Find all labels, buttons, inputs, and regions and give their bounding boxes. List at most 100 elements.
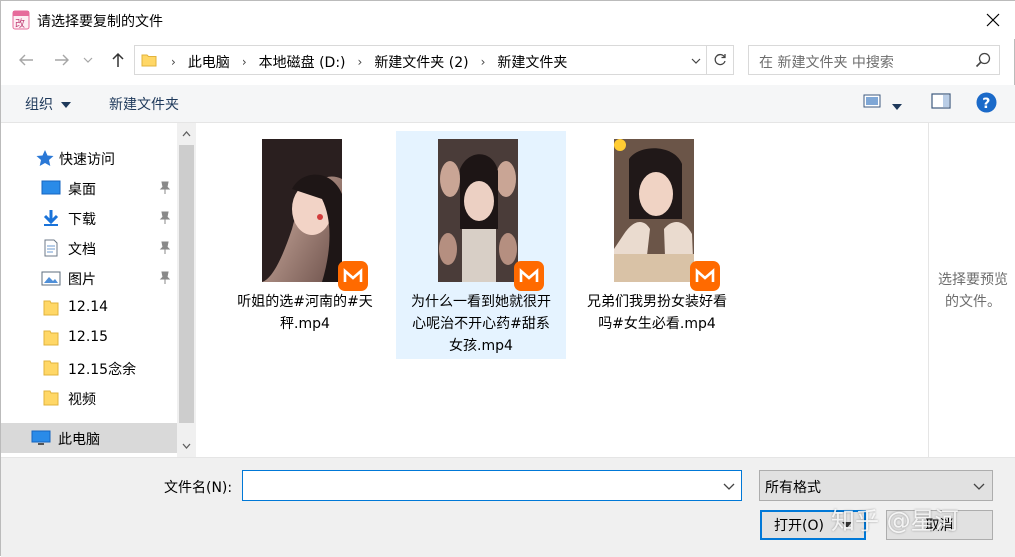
file-tile[interactable]: 听姐的选#河南的#天 秤.mp4 [220,131,390,359]
chevron-right-icon: › [357,55,363,69]
navigation-pane: 快速访问 桌面 下载 文档 图片 12.14 12.15 12.15念余 视频 … [1,123,196,457]
scroll-up-button[interactable] [177,125,196,143]
breadcrumb-current-folder[interactable]: 新建文件夹 [491,52,573,72]
sidebar-item-desktop[interactable]: 桌面 [1,173,177,203]
app-badge-icon [514,261,544,291]
file-tile[interactable]: 兄弟们我男扮女装好看 吗#女生必看.mp4 [572,131,742,359]
breadcrumb: › 此电脑 › 本地磁盘 (D:) › 新建文件夹 (2) › 新建文件夹 [165,52,573,72]
file-name: 听姐的选#河南的#天 秤.mp4 [237,294,373,332]
computer-icon [31,430,51,445]
sidebar-item-label: 视频 [68,392,96,408]
pin-icon [159,211,171,224]
sidebar-item-folder-1215[interactable]: 12.15 [1,323,177,353]
sidebar-item-documents[interactable]: 文档 [1,233,177,263]
preview-pane-icon [931,93,951,109]
app-badge-icon [338,261,368,291]
app-badge-icon [690,261,720,291]
star-icon [36,150,54,166]
sidebar-item-label: 12.14 [68,299,109,315]
watermark-text: 知乎 @星河 [831,507,959,535]
folder-icon [43,360,59,376]
desktop-icon [41,180,61,195]
close-button[interactable] [970,1,1015,39]
search-input[interactable]: 在 新建文件夹 中搜索 [748,45,1000,75]
organize-menu[interactable]: 组织 [25,94,72,114]
file-open-dialog: 改 请选择要复制的文件 › 此电脑 › 本地磁盘 (D:) › 新建文件夹 (2… [0,0,1015,557]
help-icon: ? [976,92,997,113]
new-folder-button[interactable]: 新建文件夹 [109,94,179,114]
document-icon [44,239,58,257]
sidebar-item-label: 12.15念余 [68,362,137,378]
sidebar-item-downloads[interactable]: 下载 [1,203,177,233]
command-bar: 组织 新建文件夹 ? [1,85,1015,123]
folder-icon [43,300,59,316]
download-icon [43,210,59,226]
chevron-down-icon [182,443,191,449]
chevron-down-icon[interactable] [721,478,737,494]
up-button[interactable] [103,45,133,75]
view-thumbnails-icon [863,94,881,108]
svg-text:?: ? [982,96,990,112]
sidebar-item-label: 文档 [68,242,96,258]
change-view-button[interactable] [863,93,881,113]
chevron-down-icon [973,483,985,490]
video-thumbnail [262,139,342,282]
sidebar-item-quick-access[interactable]: 快速访问 [1,143,177,173]
caret-down-icon [61,102,72,108]
filename-input[interactable] [242,470,742,501]
breadcrumb-drive-d[interactable]: 本地磁盘 (D:) [253,52,352,72]
refresh-button[interactable] [706,46,733,74]
sidebar-item-pictures[interactable]: 图片 [1,263,177,293]
scroll-down-button[interactable] [177,437,196,455]
view-options-dropdown[interactable] [892,98,902,114]
refresh-icon [714,53,726,66]
folder-icon [43,390,59,406]
scroll-thumb[interactable] [179,145,194,423]
file-type-value: 所有格式 [765,480,821,496]
file-name: 为什么一看到她就很开 心呢治不开心药#甜系 女孩.mp4 [411,294,551,354]
pin-icon [159,241,171,254]
chevron-right-icon: › [241,55,247,69]
sidebar-item-label: 此电脑 [58,432,100,448]
back-button[interactable] [11,45,41,75]
file-tile-selected[interactable]: 为什么一看到她就很开 心呢治不开心药#甜系 女孩.mp4 [396,131,566,359]
sidebar-item-label: 下载 [68,212,96,228]
folder-icon [141,54,157,67]
sidebar-item-label: 12.15 [68,329,109,345]
recent-locations-button[interactable] [79,45,97,75]
folder-icon [43,330,59,346]
pictures-icon [41,271,61,286]
sidebar-item-this-pc[interactable]: 此电脑 [1,423,177,453]
navigation-scrollbar[interactable] [177,123,196,457]
preview-placeholder: 选择要预览 的文件。 [938,272,1008,310]
sidebar-item-folder-1215-nianyu[interactable]: 12.15念余 [1,353,177,383]
chevron-right-icon: › [480,55,486,69]
svg-text:改: 改 [15,17,25,30]
chevron-up-icon [182,131,191,137]
sidebar-item-videos[interactable]: 视频 [1,383,177,413]
sidebar-item-label: 桌面 [68,182,96,198]
arrow-left-icon [19,54,33,66]
file-type-select[interactable]: 所有格式 [759,470,993,501]
sidebar-item-label: 图片 [68,272,96,288]
search-icon [975,52,991,68]
arrow-right-icon [55,54,69,66]
chevron-down-icon [83,57,93,63]
video-thumbnail [438,139,518,282]
help-button[interactable]: ? [976,92,997,117]
app-icon: 改 [12,10,30,30]
sidebar-item-folder-1214[interactable]: 12.14 [1,293,177,323]
chevron-down-icon [691,58,701,64]
file-list: 听姐的选#河南的#天 秤.mp4 为什么一看到她就很开 心呢治不开心药#甜系 女… [196,123,928,457]
address-bar[interactable]: › 此电脑 › 本地磁盘 (D:) › 新建文件夹 (2) › 新建文件夹 [134,45,734,75]
organize-label: 组织 [25,97,53,113]
caret-down-icon [892,104,902,110]
preview-pane: 选择要预览 的文件。 [928,123,1015,457]
close-icon [986,13,1000,27]
forward-button[interactable] [47,45,77,75]
arrow-up-icon [112,52,124,67]
breadcrumb-folder-2[interactable]: 新建文件夹 (2) [368,52,474,72]
breadcrumb-this-pc[interactable]: 此电脑 [182,52,236,72]
preview-pane-toggle[interactable] [931,93,951,113]
address-history-dropdown[interactable] [686,53,706,69]
